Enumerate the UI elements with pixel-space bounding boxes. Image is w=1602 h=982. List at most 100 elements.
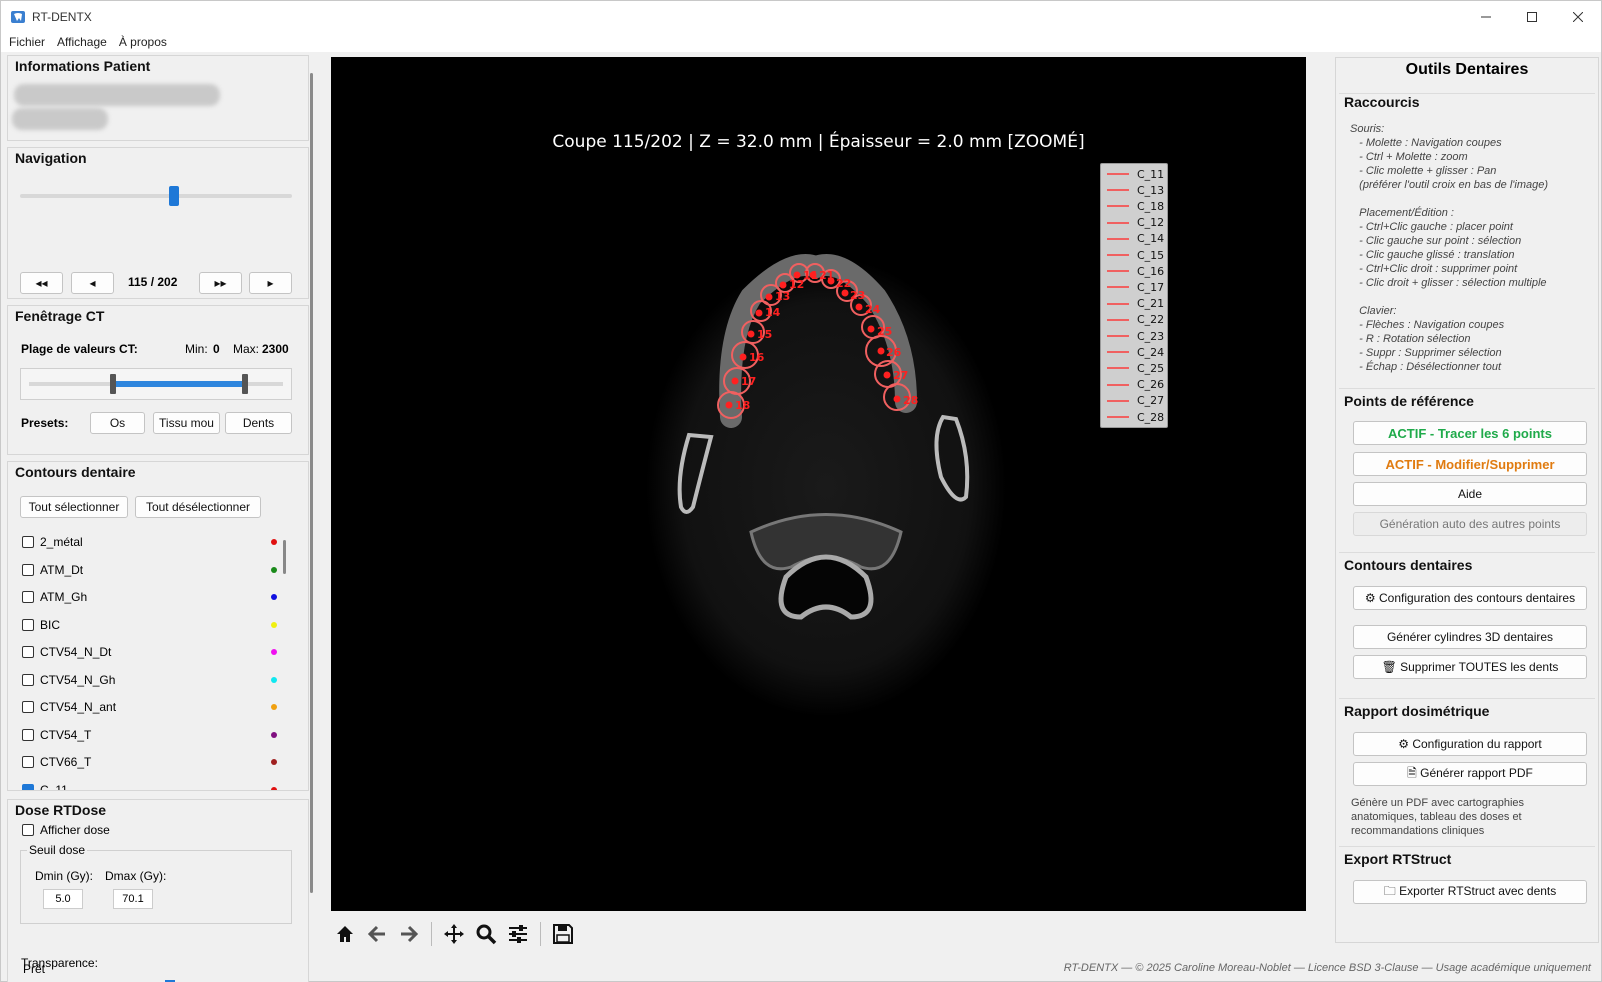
contour-row[interactable]: CTV54_N_Dt bbox=[22, 642, 277, 662]
contour-checkbox[interactable] bbox=[22, 783, 34, 790]
select-all-button[interactable]: Tout sélectionner bbox=[20, 496, 128, 518]
contour-row[interactable]: CTV54_N_ant bbox=[22, 697, 277, 717]
next-slice-button[interactable]: ▸ bbox=[249, 272, 292, 294]
forward-button[interactable] bbox=[395, 920, 423, 948]
tooth-point[interactable] bbox=[867, 325, 875, 333]
preset-tissu-mou-button[interactable]: Tissu mou bbox=[153, 412, 220, 434]
slice-slider-track[interactable] bbox=[20, 194, 292, 198]
preset-dents-button[interactable]: Dents bbox=[225, 412, 292, 434]
contour-checkbox[interactable] bbox=[22, 673, 34, 686]
pan-button[interactable] bbox=[440, 920, 468, 948]
reference-points-group: Points de référence ACTIF - Tracer les 6… bbox=[1339, 388, 1595, 544]
modify-delete-button[interactable]: ACTIF - Modifier/Supprimer bbox=[1353, 452, 1587, 476]
contour-row[interactable]: 2_métal bbox=[22, 532, 277, 552]
help-button[interactable]: Aide bbox=[1353, 482, 1587, 506]
legend-line bbox=[1107, 399, 1129, 402]
tooth-point[interactable] bbox=[731, 377, 739, 385]
range-min-handle[interactable] bbox=[110, 374, 116, 394]
tooth-point[interactable] bbox=[877, 347, 885, 355]
auto-generate-button[interactable]: Génération auto des autres points bbox=[1353, 512, 1587, 536]
tooth-point[interactable] bbox=[739, 353, 747, 361]
contour-checkbox[interactable] bbox=[22, 563, 34, 576]
ct-range-label: Plage de valeurs CT: bbox=[21, 342, 138, 356]
threshold-title: Seuil dose bbox=[27, 843, 88, 857]
ct-range-slider[interactable] bbox=[20, 368, 292, 400]
contour-row[interactable]: CTV54_T bbox=[22, 725, 277, 745]
dmax-input[interactable]: 70.1 bbox=[113, 889, 153, 909]
tooth-point[interactable] bbox=[893, 395, 901, 403]
home-button[interactable] bbox=[331, 920, 359, 948]
legend-line bbox=[1107, 173, 1129, 175]
tooth-point[interactable] bbox=[855, 303, 863, 311]
contour-checkbox[interactable] bbox=[22, 701, 34, 713]
deselect-all-button[interactable]: Tout désélectionner bbox=[135, 496, 261, 518]
contour-color-dot bbox=[271, 566, 277, 573]
tooth-point[interactable] bbox=[765, 293, 773, 301]
legend-label: C_27 bbox=[1137, 394, 1165, 408]
contour-list-scrollbar[interactable] bbox=[283, 540, 286, 574]
maximize-button[interactable] bbox=[1509, 1, 1555, 32]
contour-label: C_11 bbox=[40, 782, 68, 791]
dmin-input[interactable]: 5.0 bbox=[43, 889, 83, 909]
contour-row[interactable]: BIC bbox=[22, 615, 277, 635]
tooth-point[interactable] bbox=[725, 401, 733, 409]
tooth-point[interactable] bbox=[755, 309, 763, 317]
configure-subplots-button[interactable] bbox=[504, 920, 532, 948]
contour-row[interactable]: CTV54_N_Gh bbox=[22, 670, 277, 690]
contour-checkbox[interactable] bbox=[22, 618, 34, 631]
menu-fichier[interactable]: Fichier bbox=[3, 35, 51, 49]
prev-slice-button[interactable]: ◂ bbox=[71, 272, 114, 294]
preset-os-button[interactable]: Os bbox=[90, 412, 145, 434]
contour-color-dot bbox=[271, 704, 277, 710]
contour-checkbox[interactable] bbox=[22, 646, 34, 658]
generate-cylinders-button[interactable]: Générer cylindres 3D dentaires bbox=[1353, 625, 1587, 649]
contour-checkbox[interactable] bbox=[22, 591, 34, 603]
dosimetry-report-group: Rapport dosimétrique ⚙ Configuration du … bbox=[1339, 698, 1595, 838]
contour-checkbox[interactable] bbox=[22, 536, 34, 548]
tooth-point[interactable] bbox=[747, 330, 755, 338]
configure-contours-button[interactable]: ⚙ Configuration des contours dentaires bbox=[1353, 586, 1587, 610]
zoom-button[interactable] bbox=[472, 920, 500, 948]
tooth-point[interactable] bbox=[779, 281, 787, 289]
navigation-group: Navigation ◂◂ ◂ 115 / 202 ▸▸ ▸ bbox=[7, 147, 309, 299]
legend-label: C_26 bbox=[1137, 378, 1165, 392]
generate-pdf-button[interactable]: 🗎 Générer rapport PDF bbox=[1353, 762, 1587, 786]
legend-label: C_16 bbox=[1137, 264, 1165, 278]
export-rtstruct-button[interactable]: 🗀 Exporter RTStruct avec dents bbox=[1353, 880, 1587, 904]
contours-title: Contours dentaire bbox=[15, 464, 136, 480]
ct-viewer[interactable]: 18 17 16 15 14 13 12 11 21 22 23 24 25 2… bbox=[331, 57, 1306, 911]
legend-label: C_11 bbox=[1137, 167, 1165, 181]
contour-checkbox[interactable] bbox=[22, 728, 34, 741]
fast-forward-button[interactable]: ▸▸ bbox=[199, 272, 242, 294]
configure-subplots-icon bbox=[509, 925, 527, 943]
shortcuts-title: Raccourcis bbox=[1344, 94, 1420, 110]
contour-row[interactable]: ATM_Dt bbox=[22, 560, 277, 580]
legend-entry: C_11 bbox=[1107, 166, 1164, 182]
contour-row[interactable]: CTV66_T bbox=[22, 752, 277, 772]
tooth-label: 24 bbox=[865, 303, 881, 316]
show-dose-checkbox[interactable]: Afficher dose bbox=[22, 820, 277, 840]
contour-row[interactable]: C_11 bbox=[22, 780, 277, 791]
menu-affichage[interactable]: Affichage bbox=[51, 35, 113, 49]
legend-line bbox=[1107, 335, 1129, 337]
minimize-icon bbox=[1481, 16, 1491, 17]
tooth-label: 17 bbox=[741, 375, 756, 388]
back-button[interactable] bbox=[363, 920, 391, 948]
left-panel-scrollbar[interactable] bbox=[310, 73, 313, 893]
trace-6-points-button[interactable]: ACTIF - Tracer les 6 points bbox=[1353, 421, 1587, 445]
contour-row[interactable]: ATM_Gh bbox=[22, 587, 277, 607]
configure-report-button[interactable]: ⚙ Configuration du rapport bbox=[1353, 732, 1587, 756]
tooth-point[interactable] bbox=[841, 289, 849, 297]
tooth-point[interactable] bbox=[883, 371, 891, 379]
range-max-handle[interactable] bbox=[242, 374, 248, 394]
close-button[interactable] bbox=[1555, 1, 1601, 32]
first-slice-button[interactable]: ◂◂ bbox=[20, 272, 63, 294]
slice-slider-handle[interactable] bbox=[168, 186, 179, 206]
save-button[interactable] bbox=[549, 920, 577, 948]
dmin-label: Dmin (Gy): bbox=[35, 869, 93, 883]
minimize-button[interactable] bbox=[1463, 1, 1509, 32]
menu-a-propos[interactable]: À propos bbox=[113, 35, 173, 49]
delete-all-teeth-button[interactable]: 🗑 Supprimer TOUTES les dents bbox=[1353, 655, 1587, 679]
contour-checkbox[interactable] bbox=[22, 756, 34, 768]
show-dose-box[interactable] bbox=[22, 824, 34, 836]
